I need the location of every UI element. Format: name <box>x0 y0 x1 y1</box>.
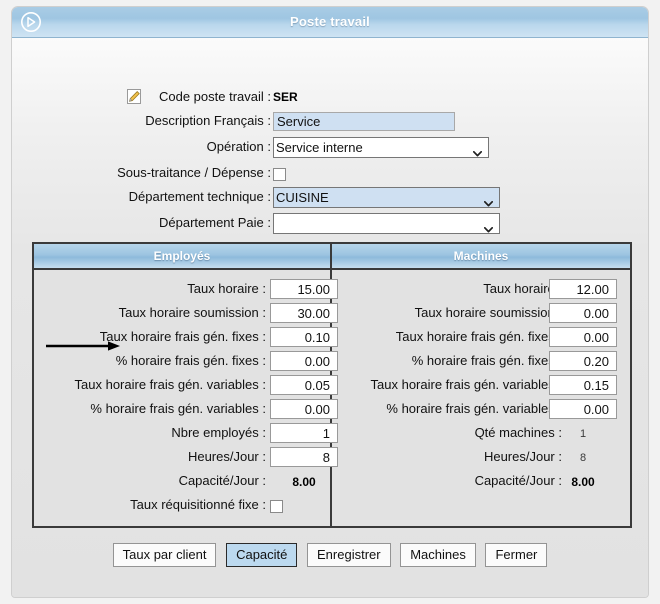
rates-panels: Employés Taux horaire : Taux horaire sou <box>32 242 632 528</box>
label-description-francais: Description Français : <box>145 110 271 132</box>
form-row-code: Code poste travail : SER <box>12 86 649 108</box>
label-departement-paie: Département Paie : <box>159 212 271 234</box>
label-emp-taux-requisitionne: Taux réquisitionné fixe : <box>130 494 266 516</box>
row-emp-pct-frais-fixes: % horaire frais gén. fixes : <box>34 350 330 374</box>
label-emp-taux-horaire-soumission: Taux horaire soumission : <box>119 302 266 324</box>
label-emp-frais-variables: Taux horaire frais gén. variables : <box>75 374 266 396</box>
label-mac-frais-fixes: Taux horaire frais gén. fixes : <box>396 326 562 348</box>
label-mac-pct-frais-variables: % horaire frais gén. variables : <box>386 398 562 420</box>
panel-employes: Employés Taux horaire : Taux horaire sou <box>34 244 332 526</box>
label-emp-capacite-jour: Capacité/Jour : <box>179 470 266 492</box>
mac-capacite-jour-value: 8.00 <box>549 471 617 493</box>
form-row-departement-paie: Département Paie : <box>12 212 649 236</box>
row-mac-capacite-jour: Capacité/Jour : 8.00 <box>332 470 630 494</box>
row-mac-frais-fixes: Taux horaire frais gén. fixes : <box>332 326 630 350</box>
edit-pencil-icon[interactable] <box>127 89 141 104</box>
sous-traitance-checkbox[interactable] <box>273 168 286 181</box>
capacite-button[interactable]: Capacité <box>226 543 297 567</box>
form-row-operation: Opération : Service interne <box>12 136 649 160</box>
label-emp-nbre-employes: Nbre employés : <box>171 422 266 444</box>
emp-heures-jour-input[interactable] <box>270 447 338 467</box>
poste-travail-window: Poste travail Code poste travail : SER <box>11 6 649 598</box>
emp-taux-requisitionne-checkbox[interactable] <box>270 500 283 513</box>
label-emp-pct-frais-variables: % horaire frais gén. variables : <box>90 398 266 420</box>
value-code-poste-travail: SER <box>273 86 298 108</box>
row-emp-taux-horaire-soumission: Taux horaire soumission : <box>34 302 330 326</box>
emp-nbre-employes-input[interactable] <box>270 423 338 443</box>
operation-select[interactable]: Service interne <box>273 137 489 158</box>
description-francais-input[interactable] <box>273 112 455 131</box>
form-row-description: Description Français : <box>12 110 649 134</box>
label-sous-traitance: Sous-traitance / Dépense : <box>117 162 271 184</box>
row-emp-frais-variables: Taux horaire frais gén. variables : <box>34 374 330 398</box>
departement-technique-select[interactable]: CUISINE <box>273 187 500 208</box>
mac-taux-horaire-soumission-input[interactable] <box>549 303 617 323</box>
emp-capacite-jour-value: 8.00 <box>270 471 338 493</box>
mac-pct-frais-fixes-input[interactable] <box>549 351 617 371</box>
label-mac-frais-variables: Taux horaire frais gén. variables : <box>371 374 562 396</box>
row-emp-pct-frais-variables: % horaire frais gén. variables : <box>34 398 330 422</box>
emp-frais-variables-input[interactable] <box>270 375 338 395</box>
row-emp-taux-requisitionne: Taux réquisitionné fixe : <box>34 494 330 518</box>
mac-pct-frais-variables-input[interactable] <box>549 399 617 419</box>
enregistrer-button[interactable]: Enregistrer <box>307 543 391 567</box>
mac-heures-jour-value: 8 <box>549 447 617 469</box>
panel-machines-body: Taux horaire : Taux horaire soumission :… <box>332 270 630 494</box>
row-emp-capacite-jour: Capacité/Jour : 8.00 <box>34 470 330 494</box>
row-mac-pct-frais-variables: % horaire frais gén. variables : <box>332 398 630 422</box>
panel-employes-body: Taux horaire : Taux horaire soumission :… <box>34 270 330 518</box>
mac-qte-machines-value: 1 <box>549 423 617 445</box>
form-row-departement-technique: Département technique : CUISINE <box>12 186 649 210</box>
machines-button[interactable]: Machines <box>400 543 476 567</box>
row-mac-qte-machines: Qté machines : 1 <box>332 422 630 446</box>
row-emp-frais-fixes: Taux horaire frais gén. fixes : <box>34 326 330 350</box>
row-mac-pct-frais-fixes: % horaire frais gén. fixes : <box>332 350 630 374</box>
row-mac-taux-horaire: Taux horaire : <box>332 278 630 302</box>
mac-frais-variables-input[interactable] <box>549 375 617 395</box>
mac-taux-horaire-input[interactable] <box>549 279 617 299</box>
label-emp-taux-horaire: Taux horaire : <box>187 278 266 300</box>
emp-frais-fixes-input[interactable] <box>270 327 338 347</box>
panel-machines-title: Machines <box>332 244 630 270</box>
fermer-button[interactable]: Fermer <box>485 543 547 567</box>
window-titlebar: Poste travail <box>12 7 648 38</box>
panel-employes-title: Employés <box>34 244 330 270</box>
row-mac-frais-variables: Taux horaire frais gén. variables : <box>332 374 630 398</box>
label-emp-frais-fixes: Taux horaire frais gén. fixes : <box>100 326 266 348</box>
row-emp-taux-horaire: Taux horaire : <box>34 278 330 302</box>
header-form: Code poste travail : SER Description Fra… <box>12 86 649 262</box>
label-emp-heures-jour: Heures/Jour : <box>188 446 266 468</box>
label-operation: Opération : <box>207 136 271 158</box>
taux-par-client-button[interactable]: Taux par client <box>113 543 217 567</box>
label-mac-pct-frais-fixes: % horaire frais gén. fixes : <box>412 350 562 372</box>
row-mac-heures-jour: Heures/Jour : 8 <box>332 446 630 470</box>
mac-frais-fixes-input[interactable] <box>549 327 617 347</box>
label-emp-pct-frais-fixes: % horaire frais gén. fixes : <box>116 350 266 372</box>
row-mac-taux-horaire-soumission: Taux horaire soumission : <box>332 302 630 326</box>
label-departement-technique: Département technique : <box>129 186 271 208</box>
emp-taux-horaire-input[interactable] <box>270 279 338 299</box>
label-mac-taux-horaire-soumission: Taux horaire soumission : <box>415 302 562 324</box>
panel-machines: Machines Taux horaire : Taux horaire sou… <box>332 244 630 526</box>
row-emp-nbre-employes: Nbre employés : <box>34 422 330 446</box>
window-title: Poste travail <box>12 7 648 37</box>
emp-pct-frais-variables-input[interactable] <box>270 399 338 419</box>
form-row-sous-traitance: Sous-traitance / Dépense : <box>12 162 649 184</box>
emp-taux-horaire-soumission-input[interactable] <box>270 303 338 323</box>
window-content: Code poste travail : SER Description Fra… <box>12 38 648 598</box>
row-emp-heures-jour: Heures/Jour : <box>34 446 330 470</box>
departement-paie-select[interactable] <box>273 213 500 234</box>
footer-button-bar: Taux par client Capacité Enregistrer Mac… <box>12 543 648 567</box>
emp-pct-frais-fixes-input[interactable] <box>270 351 338 371</box>
label-code-poste-travail: Code poste travail : <box>159 86 271 108</box>
